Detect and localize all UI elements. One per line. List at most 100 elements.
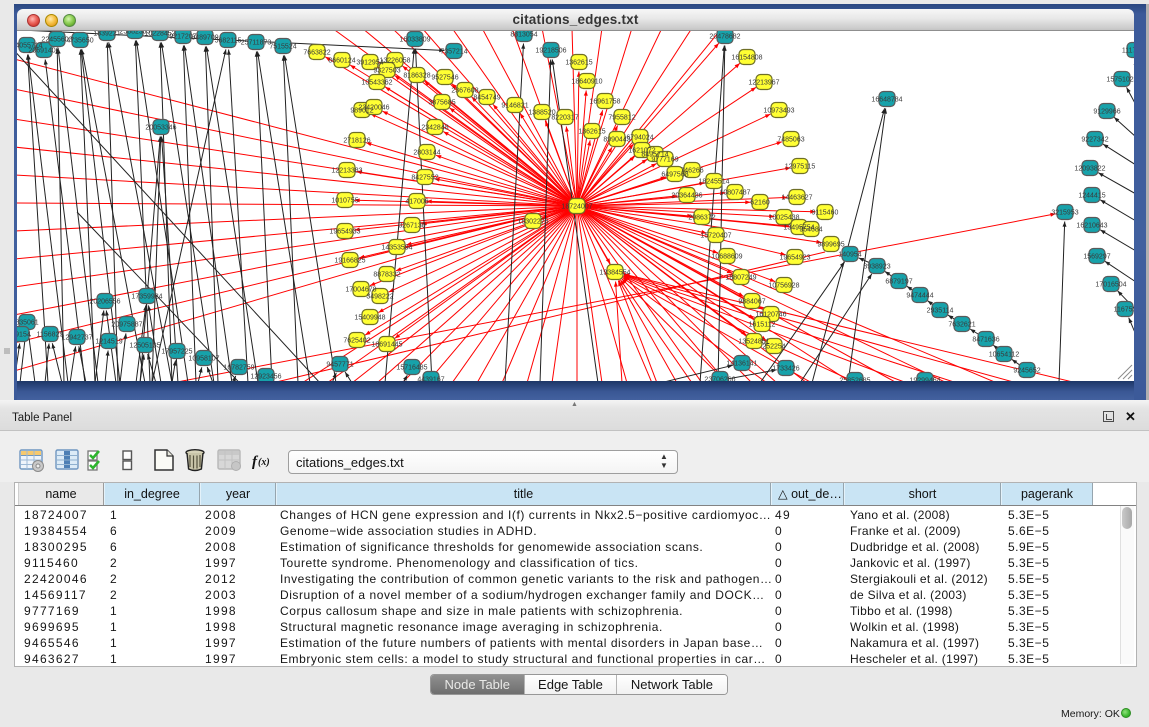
- svg-text:16120746: 16120746: [755, 312, 786, 319]
- svg-text:1156829: 1156829: [37, 332, 64, 339]
- svg-text:9899695: 9899695: [817, 242, 844, 249]
- svg-text:7357214: 7357214: [440, 49, 467, 56]
- svg-text:8878332: 8878332: [373, 272, 400, 279]
- svg-text:9245652: 9245652: [1013, 368, 1040, 375]
- svg-text:20691406: 20691406: [28, 48, 59, 55]
- svg-text:954684: 954684: [799, 227, 822, 234]
- svg-text:20478682: 20478682: [709, 34, 740, 41]
- svg-text:16033809: 16033809: [399, 37, 430, 44]
- svg-text:19384554: 19384554: [599, 270, 630, 277]
- svg-text:1569297: 1569297: [1083, 254, 1110, 261]
- svg-text:7485063: 7485063: [777, 137, 804, 144]
- svg-text:16961758: 16961758: [589, 99, 620, 106]
- svg-text:8471636: 8471636: [972, 337, 999, 344]
- svg-text:1615112: 1615112: [749, 322, 776, 329]
- svg-text:12213383: 12213383: [331, 168, 362, 175]
- svg-text:3498222: 3498222: [366, 294, 393, 301]
- svg-text:10025438: 10025438: [768, 215, 799, 222]
- svg-text:835061: 835061: [17, 320, 39, 327]
- svg-text:6794024: 6794024: [626, 135, 653, 142]
- svg-text:20053346: 20053346: [145, 125, 176, 132]
- svg-text:9146821: 9146821: [501, 103, 528, 110]
- svg-text:10807487: 10807487: [719, 190, 750, 197]
- svg-text:7663822: 7663822: [303, 50, 330, 57]
- svg-text:2986372: 2986372: [688, 215, 715, 222]
- svg-text:14136141: 14136141: [726, 361, 757, 368]
- svg-text:9115460: 9115460: [812, 210, 839, 217]
- svg-text:10543362: 10543362: [361, 80, 392, 87]
- svg-text:12942737: 12942737: [61, 335, 92, 342]
- svg-text:18724007: 18724007: [561, 204, 592, 211]
- svg-text:8813054: 8813054: [510, 32, 537, 39]
- svg-text:5682115: 5682115: [215, 38, 242, 45]
- svg-text:1214519: 1214519: [95, 339, 122, 346]
- svg-text:1839221: 1839221: [93, 31, 120, 38]
- svg-text:17004678: 17004678: [345, 287, 376, 294]
- svg-text:7955812: 7955812: [608, 115, 635, 122]
- svg-text:23420046: 23420046: [358, 105, 389, 112]
- svg-text:9227342: 9227342: [1081, 137, 1108, 144]
- svg-text:18640910: 18640910: [571, 79, 602, 86]
- svg-text:16154808: 16154808: [731, 55, 762, 62]
- svg-text:8454749: 8454749: [473, 95, 500, 102]
- svg-text:8186328: 8186328: [403, 73, 430, 80]
- svg-text:9474444: 9474444: [906, 293, 933, 300]
- svg-text:8220317: 8220317: [551, 115, 578, 122]
- svg-text:9884067: 9884067: [738, 299, 765, 306]
- svg-text:18245514: 18245514: [698, 179, 729, 186]
- svg-text:20206556: 20206556: [89, 299, 120, 306]
- svg-text:746266: 746266: [680, 168, 703, 175]
- svg-text:3267130: 3267130: [398, 223, 425, 230]
- svg-text:1733426: 1733426: [772, 366, 799, 373]
- svg-text:3215953: 3215953: [1051, 210, 1078, 217]
- svg-text:17957225: 17957225: [161, 349, 192, 356]
- svg-text:7515524: 7515524: [269, 44, 296, 51]
- svg-text:417006: 417006: [405, 199, 428, 206]
- svg-text:4735650: 4735650: [66, 38, 93, 45]
- svg-text:7632621: 7632621: [948, 322, 975, 329]
- svg-text:15751024: 15751024: [1106, 77, 1134, 84]
- svg-text:116753: 116753: [1114, 307, 1134, 314]
- svg-text:3875685: 3875685: [428, 100, 455, 107]
- svg-text:8427552: 8427552: [411, 175, 438, 182]
- svg-text:15409948: 15409948: [354, 315, 385, 322]
- svg-text:1244415: 1244415: [1078, 193, 1105, 200]
- svg-text:1362615: 1362615: [578, 129, 605, 136]
- svg-text:2342848: 2342848: [421, 125, 448, 132]
- svg-text:16210643: 16210643: [1076, 223, 1107, 230]
- svg-text:12975115: 12975115: [785, 164, 816, 171]
- svg-text:14353594: 14353594: [381, 245, 412, 252]
- svg-text:9457771: 9457771: [326, 362, 353, 369]
- svg-text:12213967: 12213967: [748, 80, 779, 87]
- svg-text:18807249: 18807249: [725, 275, 756, 282]
- svg-text:2718126: 2718126: [343, 138, 370, 145]
- svg-text:2367608: 2367608: [451, 88, 478, 95]
- svg-text:10973493: 10973493: [763, 108, 794, 115]
- svg-text:16782759: 16782759: [223, 365, 254, 372]
- svg-text:18691445: 18691445: [371, 342, 402, 349]
- svg-text:17359924: 17359924: [131, 294, 162, 301]
- svg-text:14463627: 14463627: [781, 195, 812, 202]
- svg-text:19654923: 19654923: [779, 255, 810, 262]
- svg-text:10688609: 10688609: [711, 254, 742, 261]
- svg-text:7625402: 7625402: [343, 338, 370, 345]
- svg-text:9327503: 9327503: [373, 68, 400, 75]
- svg-text:1362615: 1362615: [565, 60, 592, 67]
- svg-text:(x): (x): [258, 457, 270, 468]
- svg-text:10958107: 10958107: [188, 356, 219, 363]
- svg-text:20364436: 20364436: [671, 193, 702, 200]
- svg-text:10654112: 10654112: [989, 352, 1020, 359]
- svg-text:19654933: 19654933: [329, 229, 360, 236]
- svg-text:8660124: 8660124: [328, 58, 355, 65]
- svg-text:19218506: 19218506: [535, 48, 566, 55]
- svg-text:2803144: 2803144: [413, 150, 440, 157]
- svg-text:19166825: 19166825: [334, 258, 365, 265]
- svg-text:18302275: 18302275: [517, 219, 548, 226]
- svg-text:39154: 39154: [17, 332, 31, 339]
- svg-text:17016504: 17016504: [1095, 282, 1126, 289]
- svg-text:9527546: 9527546: [431, 75, 458, 82]
- svg-text:12505135: 12505135: [129, 343, 160, 350]
- svg-text:9777169: 9777169: [651, 157, 678, 164]
- svg-text:62160: 62160: [750, 200, 770, 207]
- svg-text:6879197: 6879197: [885, 279, 912, 286]
